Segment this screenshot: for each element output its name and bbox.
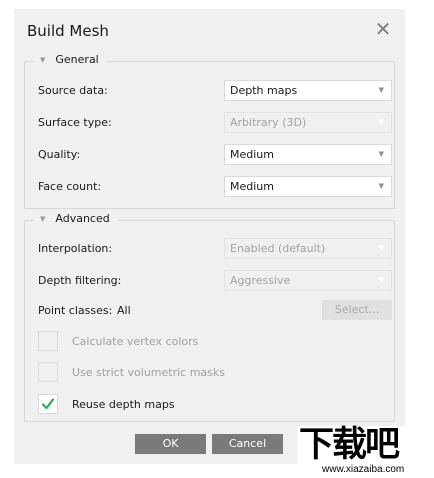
chevron-down-icon: ▼ — [378, 150, 384, 158]
point-classes-value: All — [117, 304, 131, 317]
calculate-vertex-colors-checkbox[interactable] — [38, 331, 58, 351]
chevron-down-icon: ▼ — [378, 182, 384, 190]
calculate-vertex-colors-label: Calculate vertex colors — [72, 334, 199, 348]
general-legend-label: General — [55, 53, 99, 66]
collapse-triangle-icon[interactable]: ▼ — [40, 215, 45, 223]
quality-label: Quality: — [38, 148, 81, 161]
collapse-triangle-icon[interactable]: ▼ — [40, 56, 45, 64]
face-count-select[interactable]: Medium ▼ — [224, 176, 392, 197]
face-count-label: Face count: — [38, 180, 102, 193]
advanced-legend[interactable]: ▼ Advanced — [34, 212, 118, 225]
watermark-url: www.xiazaiba.com — [322, 464, 405, 475]
depth-filtering-value: Aggressive — [230, 274, 291, 287]
source-data-label: Source data: — [38, 84, 108, 97]
select-point-classes-button[interactable]: Select... — [322, 300, 392, 320]
quality-value: Medium — [230, 148, 274, 161]
ok-button[interactable]: OK — [135, 434, 206, 454]
strict-volumetric-masks-label: Use strict volumetric masks — [72, 365, 226, 379]
source-data-select[interactable]: Depth maps ▼ — [224, 80, 392, 101]
depth-filtering-select[interactable]: Aggressive ▼ — [224, 270, 392, 291]
reuse-depth-maps-checkbox[interactable] — [38, 394, 58, 414]
chevron-down-icon: ▼ — [378, 244, 384, 252]
source-data-value: Depth maps — [230, 84, 298, 97]
strict-volumetric-masks-option[interactable]: Use strict volumetric masks — [38, 361, 225, 383]
surface-type-label: Surface type: — [38, 116, 112, 129]
face-count-value: Medium — [230, 180, 274, 193]
checkmark-icon — [41, 398, 55, 410]
watermark-logo: 下载吧 www.xiazaiba.com — [297, 426, 434, 478]
watermark-text: 下载吧 — [299, 425, 400, 465]
calculate-vertex-colors-option[interactable]: Calculate vertex colors — [38, 330, 198, 352]
interpolation-select[interactable]: Enabled (default) ▼ — [224, 238, 392, 259]
cancel-button[interactable]: Cancel — [212, 434, 283, 454]
chevron-down-icon: ▼ — [378, 86, 384, 94]
interpolation-label: Interpolation: — [38, 242, 113, 255]
general-legend[interactable]: ▼ General — [34, 53, 107, 66]
surface-type-select[interactable]: Arbitrary (3D) ▼ — [224, 112, 392, 133]
build-mesh-dialog: Build Mesh ✕ ▼ General Source data: Dept… — [14, 9, 405, 464]
surface-type-value: Arbitrary (3D) — [230, 116, 307, 129]
advanced-legend-label: Advanced — [55, 212, 110, 225]
point-classes-label: Point classes: — [38, 304, 113, 317]
strict-volumetric-masks-checkbox[interactable] — [38, 362, 58, 382]
advanced-group: ▼ Advanced Interpolation: Enabled (defau… — [24, 212, 395, 422]
quality-select[interactable]: Medium ▼ — [224, 144, 392, 165]
depth-filtering-label: Depth filtering: — [38, 274, 122, 287]
reuse-depth-maps-label: Reuse depth maps — [72, 397, 175, 411]
chevron-down-icon: ▼ — [378, 276, 384, 284]
general-group: ▼ General Source data: Depth maps ▼ Surf… — [24, 53, 395, 209]
interpolation-value: Enabled (default) — [230, 242, 326, 255]
dialog-title: Build Mesh — [27, 22, 109, 40]
close-icon[interactable]: ✕ — [373, 19, 393, 39]
reuse-depth-maps-option[interactable]: Reuse depth maps — [38, 393, 175, 415]
chevron-down-icon: ▼ — [378, 118, 384, 126]
